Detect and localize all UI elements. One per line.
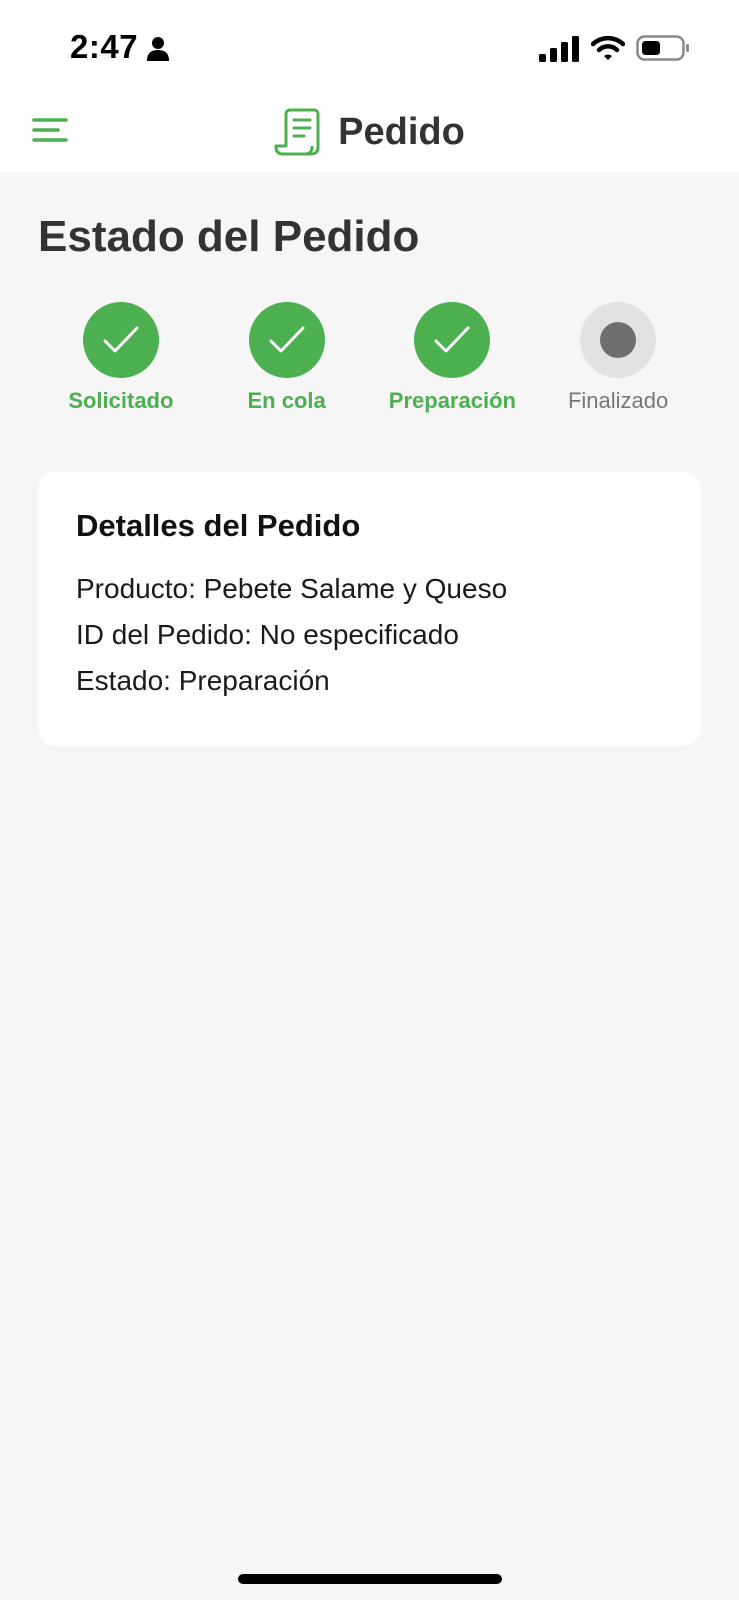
battery-icon xyxy=(636,35,689,61)
pending-dot-icon xyxy=(600,322,637,358)
order-progress-steps: Solicitado En cola Preparación Finalizad… xyxy=(38,302,701,422)
screen: 2:47 Pedido Estado del Pedido Solicitado… xyxy=(0,0,739,1600)
top-bar: 2:47 Pedido xyxy=(0,0,739,172)
app-header: Pedido xyxy=(0,90,739,172)
home-indicator[interactable] xyxy=(238,1574,502,1584)
step-en-cola-circle xyxy=(248,302,325,378)
step-preparacion-label: Preparación xyxy=(388,388,516,413)
order-id: ID del Pedido: No especificado xyxy=(76,619,459,650)
status-time: 2:47 xyxy=(70,28,139,65)
step-finalizado-circle xyxy=(580,302,657,378)
check-icon xyxy=(103,326,139,353)
step-finalizado: Finalizado xyxy=(535,302,701,422)
step-solicitado: Solicitado xyxy=(38,302,204,422)
order-status: Estado: Preparación xyxy=(76,665,330,696)
header-title: Pedido xyxy=(338,110,465,153)
step-solicitado-circle xyxy=(82,302,159,378)
page-title: Estado del Pedido xyxy=(38,212,420,261)
step-en-cola-label: En cola xyxy=(247,388,326,413)
order-product: Producto: Pebete Salame y Queso xyxy=(76,573,508,604)
check-icon xyxy=(434,326,470,353)
order-details-title: Detalles del Pedido xyxy=(76,508,361,543)
step-preparacion-circle xyxy=(414,302,491,378)
step-solicitado-label: Solicitado xyxy=(68,388,174,413)
wifi-icon xyxy=(591,35,625,60)
status-bar: 2:47 xyxy=(0,0,739,90)
step-preparacion: Preparación xyxy=(370,302,536,422)
check-icon xyxy=(269,326,305,353)
header-title-group: Pedido xyxy=(0,104,739,160)
order-details-card: Detalles del Pedido Producto: Pebete Sal… xyxy=(38,472,701,746)
receipt-icon xyxy=(274,108,320,156)
step-finalizado-label: Finalizado xyxy=(567,388,669,413)
person-icon xyxy=(147,37,169,61)
signal-icon xyxy=(539,36,579,62)
step-en-cola: En cola xyxy=(204,302,370,422)
